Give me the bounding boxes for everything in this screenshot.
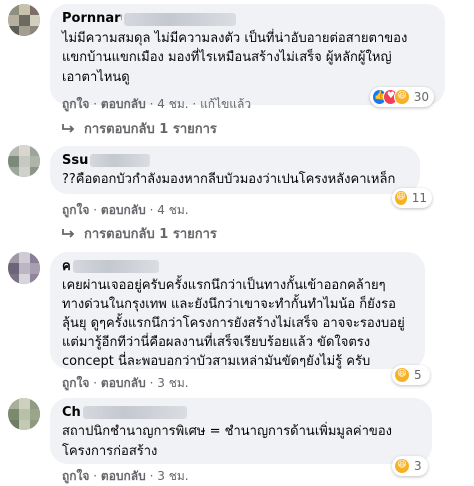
reply-arrow-icon xyxy=(62,228,75,238)
timestamp[interactable]: 4 ชม. xyxy=(157,97,188,111)
view-replies-link[interactable]: การตอบกลับ 1 รายการ xyxy=(62,118,217,139)
like-link[interactable]: ถูกใจ xyxy=(62,203,89,217)
reply-link[interactable]: ตอบกลับ xyxy=(101,469,146,483)
comment-author[interactable]: Pornnaruss Sukkaburg xyxy=(62,11,433,28)
reaction-count: 11 xyxy=(411,191,427,205)
comment-actions: ถูกใจ · ตอบกลับ · 3 ชม. xyxy=(62,468,189,484)
reaction-summary[interactable]: 😆 3 xyxy=(392,456,428,476)
separator: · xyxy=(149,203,154,217)
haha-icon: 😆 xyxy=(394,367,410,383)
separator: · xyxy=(93,203,98,217)
reaction-count: 30 xyxy=(413,90,429,104)
author-name[interactable]: Ch xyxy=(62,405,81,420)
reaction-count: 3 xyxy=(414,459,422,473)
view-replies-link[interactable]: การตอบกลับ 1 รายการ xyxy=(62,223,217,244)
edited-label: แก้ไขแล้ว xyxy=(200,97,252,111)
comment-actions: ถูกใจ · ตอบกลับ · 4 ชม. · แก้ไขแล้ว xyxy=(62,96,251,112)
avatar[interactable] xyxy=(8,398,40,430)
timestamp[interactable]: 3 ชม. xyxy=(157,469,188,483)
comment-author[interactable]: Ssu xyxy=(62,153,408,169)
blurred-name xyxy=(90,154,151,167)
avatar[interactable] xyxy=(8,145,40,177)
blurred-name xyxy=(72,260,159,273)
author-name[interactable]: Pornnaruss Sukkaburg xyxy=(62,11,122,27)
reply-arrow-icon xyxy=(62,123,75,133)
author-name[interactable]: ค xyxy=(62,259,71,274)
comment-text: ไม่มีความสมดุล ไม่มีความลงตัว เป็นที่น่า… xyxy=(62,30,408,85)
avatar[interactable] xyxy=(8,252,40,284)
haha-icon: 😆 xyxy=(394,190,408,206)
timestamp[interactable]: 3 ชม. xyxy=(157,376,188,390)
comment-author[interactable]: ค xyxy=(62,259,413,275)
comment-text: เคยผ่านเจออยู่ครับครั้งแรกนึกว่าเป็นทางก… xyxy=(62,278,405,369)
replies-label[interactable]: การตอบกลับ 1 รายการ xyxy=(84,118,217,139)
reply-link[interactable]: ตอบกลับ xyxy=(101,376,146,390)
comment-text: ??คือดอกบัวกำลังมองหากลีบบัวมองว่าเปนโคร… xyxy=(62,172,396,187)
comment-bubble: Ch สถาปนิกชำนาญการพิเศษ = ชำนาญการด้านเพ… xyxy=(50,398,432,464)
comment-actions: ถูกใจ · ตอบกลับ · 3 ชม. xyxy=(62,375,189,391)
author-name[interactable]: Ssu xyxy=(62,153,88,168)
separator: · xyxy=(149,469,154,483)
comment-bubble: ค เคยผ่านเจออยู่ครับครั้งแรกนึกว่าเป็นทา… xyxy=(50,252,425,369)
timestamp[interactable]: 4 ชม. xyxy=(157,203,188,217)
blurred-name xyxy=(124,12,236,26)
like-link[interactable]: ถูกใจ xyxy=(62,97,89,111)
reply-link[interactable]: ตอบกลับ xyxy=(101,97,146,111)
avatar[interactable] xyxy=(8,4,40,36)
separator: · xyxy=(93,97,98,111)
reply-link[interactable]: ตอบกลับ xyxy=(101,203,146,217)
separator: · xyxy=(149,376,154,390)
like-link[interactable]: ถูกใจ xyxy=(62,469,89,483)
comment-text: สถาปนิกชำนาญการพิเศษ = ชำนาญการด้านเพิ่ม… xyxy=(62,424,392,459)
separator: · xyxy=(93,469,98,483)
haha-icon: 😆 xyxy=(394,458,410,474)
separator: · xyxy=(93,376,98,390)
like-link[interactable]: ถูกใจ xyxy=(62,376,89,390)
separator: · xyxy=(192,97,197,111)
comment-bubble: Ssu ??คือดอกบัวกำลังมองหากลีบบัวมองว่าเป… xyxy=(50,146,420,194)
comment-author[interactable]: Ch xyxy=(62,405,420,421)
reaction-summary[interactable]: 😆 11 xyxy=(392,188,432,208)
reaction-count: 5 xyxy=(414,368,422,382)
reaction-summary[interactable]: 👍 ♥ 😆 30 xyxy=(370,87,434,107)
reaction-summary[interactable]: 😆 5 xyxy=(392,365,430,385)
blurred-name xyxy=(82,406,187,419)
separator: · xyxy=(149,97,154,111)
replies-label[interactable]: การตอบกลับ 1 รายการ xyxy=(84,223,217,244)
comment-actions: ถูกใจ · ตอบกลับ · 4 ชม. xyxy=(62,202,189,218)
haha-icon: 😆 xyxy=(394,89,410,105)
